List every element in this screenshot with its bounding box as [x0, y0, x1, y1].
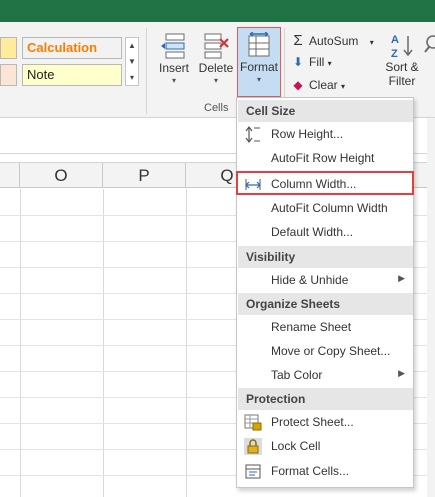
chevron-down-icon[interactable]: ▼ — [126, 54, 138, 70]
insert-button[interactable]: Insert ▾ — [154, 31, 194, 85]
lock-icon — [244, 438, 262, 455]
menu-item-hide-unhide[interactable]: Hide & Unhide ▶ — [238, 269, 413, 292]
grid-line — [186, 189, 187, 497]
section-visibility: Visibility — [238, 246, 413, 268]
insert-label: Insert — [158, 61, 189, 75]
format-button[interactable]: Format ▾ — [237, 27, 281, 97]
default-width-label: Default Width... — [271, 225, 354, 239]
menu-item-tab-color[interactable]: Tab Color ▶ — [238, 364, 413, 387]
chevron-down-icon: ▾ — [369, 38, 374, 47]
more-icon[interactable]: ▾ — [126, 70, 138, 86]
menu-item-autofit-column[interactable]: AutoFit Column Width — [238, 197, 413, 220]
style-calculation[interactable]: Calculation — [22, 37, 122, 59]
sort-az-icon: A Z — [391, 34, 413, 60]
title-bar — [0, 0, 435, 22]
style-note[interactable]: Note — [22, 64, 122, 86]
cells-group-label: Cells — [204, 102, 229, 114]
section-cell-size: Cell Size — [238, 100, 413, 122]
column-header-prev[interactable] — [0, 163, 20, 188]
fill-down-icon: ⬇ — [292, 55, 304, 69]
magnifier-icon — [424, 35, 435, 53]
group-divider — [146, 28, 147, 114]
chevron-down-icon: ▾ — [341, 82, 346, 91]
chevron-down-icon: ▾ — [171, 76, 176, 85]
chevron-down-icon: ▾ — [256, 75, 261, 84]
delete-button[interactable]: Delete ▾ — [196, 31, 236, 85]
eraser-icon: ◆ — [293, 78, 303, 92]
svg-text:Z: Z — [391, 48, 398, 60]
sort-label-line1: Sort & — [385, 60, 419, 74]
section-protection: Protection — [238, 388, 413, 410]
row-height-icon — [245, 126, 260, 143]
delete-label: Delete — [198, 61, 234, 75]
column-header-o[interactable]: O — [20, 163, 103, 188]
grid-line — [103, 189, 104, 497]
chevron-down-icon: ▾ — [213, 76, 218, 85]
chevron-right-icon: ▶ — [398, 368, 405, 378]
menu-item-move-copy-sheet[interactable]: Move or Copy Sheet... — [238, 340, 413, 363]
autosum-button[interactable]: Σ AutoSum ▾ — [290, 32, 374, 49]
fill-label: Fill — [309, 55, 325, 69]
menu-item-row-height[interactable]: Row Height... — [238, 123, 413, 146]
column-width-highlight — [236, 171, 414, 195]
rename-sheet-label: Rename Sheet — [271, 320, 352, 334]
grid-line — [20, 189, 21, 497]
autofit-row-label: AutoFit Row Height — [271, 151, 375, 165]
menu-item-default-width[interactable]: Default Width... — [238, 221, 413, 244]
clear-label: Clear — [309, 78, 338, 92]
clear-button[interactable]: ◆ Clear ▾ — [290, 78, 345, 92]
window-edge — [427, 118, 435, 497]
svg-text:A: A — [391, 34, 399, 46]
protect-sheet-icon — [244, 414, 262, 431]
insert-cells-icon — [161, 33, 185, 59]
format-cells-label: Format Cells... — [271, 464, 350, 478]
sort-filter-button[interactable]: A Z Sort & Filter — [382, 32, 422, 88]
lock-cell-label: Lock Cell — [271, 439, 321, 453]
find-select-button[interactable] — [424, 32, 435, 65]
menu-item-autofit-row[interactable]: AutoFit Row Height — [238, 147, 413, 170]
move-copy-label: Move or Copy Sheet... — [271, 344, 391, 358]
protect-sheet-label: Protect Sheet... — [271, 415, 354, 429]
menu-item-format-cells[interactable]: Format Cells... — [238, 460, 413, 483]
delete-cells-icon — [204, 33, 229, 59]
format-cells-icon — [248, 32, 270, 57]
menu-item-rename-sheet[interactable]: Rename Sheet — [238, 316, 413, 339]
style-swatch-bad[interactable] — [0, 64, 17, 86]
column-header-p[interactable]: P — [103, 163, 186, 188]
format-label: Format — [239, 60, 278, 74]
menu-item-lock-cell[interactable]: Lock Cell — [238, 435, 413, 458]
section-organize-sheets: Organize Sheets — [238, 293, 413, 315]
hide-unhide-label: Hide & Unhide — [271, 273, 349, 287]
sort-label-line2: Filter — [388, 74, 416, 88]
row-height-label: Row Height... — [271, 127, 344, 141]
sigma-icon: Σ — [293, 32, 303, 49]
tab-color-label: Tab Color — [271, 368, 323, 382]
chevron-right-icon: ▶ — [398, 273, 405, 283]
styles-gallery-scroll[interactable]: ▲ ▼ ▾ — [125, 37, 139, 86]
fill-button[interactable]: ⬇ Fill ▾ — [290, 55, 332, 69]
chevron-down-icon: ▾ — [327, 59, 332, 68]
menu-item-protect-sheet[interactable]: Protect Sheet... — [238, 411, 413, 434]
autosum-label: AutoSum — [309, 34, 359, 48]
chevron-up-icon[interactable]: ▲ — [126, 38, 138, 54]
format-cells-icon — [245, 464, 261, 479]
autofit-column-label: AutoFit Column Width — [271, 201, 388, 215]
format-dropdown-menu: Cell Size Row Height... AutoFit Row Heig… — [236, 97, 414, 488]
style-swatch-neutral[interactable] — [0, 37, 17, 59]
